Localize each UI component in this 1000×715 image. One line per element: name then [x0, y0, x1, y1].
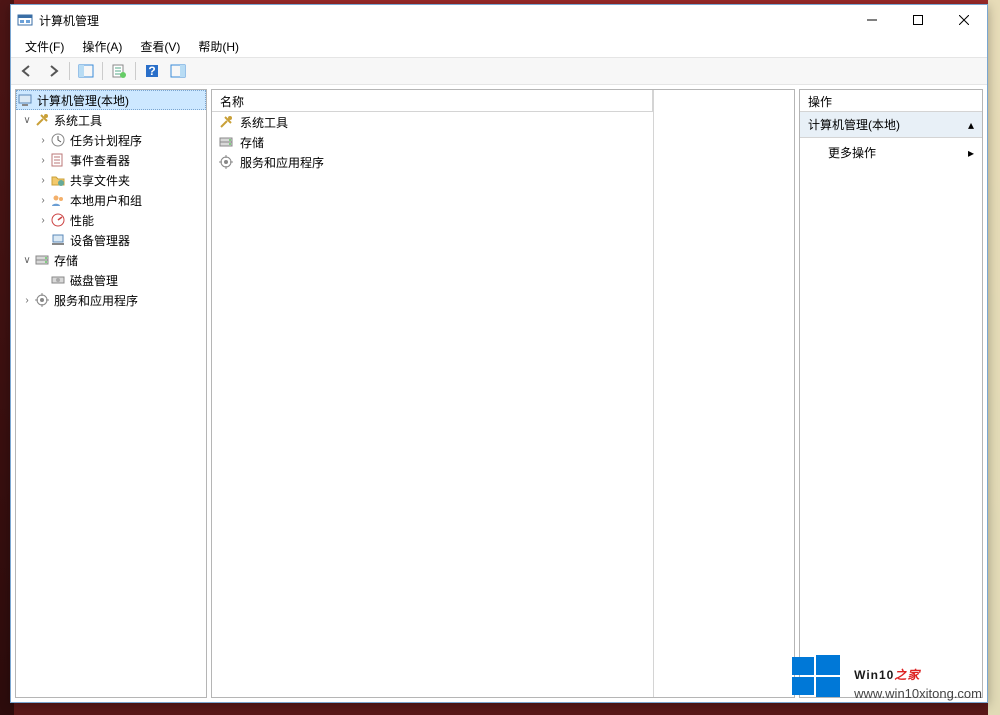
actions-header: 操作 — [800, 90, 982, 112]
tree-shared-folders[interactable]: › 共享文件夹 — [16, 170, 206, 190]
menu-view[interactable]: 查看(V) — [132, 36, 188, 57]
actions-pane: 操作 计算机管理(本地) ▴ 更多操作 ▸ — [799, 89, 983, 698]
tree-disk-management[interactable]: 磁盘管理 — [16, 270, 206, 290]
expand-icon[interactable]: › — [36, 175, 50, 186]
tree-task-scheduler[interactable]: › 任务计划程序 — [16, 130, 206, 150]
tree-performance[interactable]: › 性能 — [16, 210, 206, 230]
menubar: 文件(F) 操作(A) 查看(V) 帮助(H) — [11, 35, 987, 57]
tree-event-viewer[interactable]: › 事件查看器 — [16, 150, 206, 170]
actions-more-label: 更多操作 — [828, 144, 876, 161]
column-name[interactable]: 名称 — [212, 90, 653, 111]
actions-group-label: 计算机管理(本地) — [808, 116, 900, 133]
tree-storage[interactable]: ∨ 存储 — [16, 250, 206, 270]
show-hide-tree-button[interactable] — [74, 60, 98, 82]
tree-label: 任务计划程序 — [70, 132, 142, 149]
event-icon — [50, 152, 66, 168]
list-item-system-tools[interactable]: 系统工具 — [212, 112, 653, 132]
window-title: 计算机管理 — [39, 12, 849, 29]
list-item-label: 系统工具 — [240, 114, 288, 131]
forward-button[interactable] — [41, 60, 65, 82]
expand-icon[interactable]: › — [36, 155, 50, 166]
show-hide-actions-button[interactable] — [166, 60, 190, 82]
actions-group-title[interactable]: 计算机管理(本地) ▴ — [800, 112, 982, 138]
services-icon — [218, 154, 234, 170]
storage-icon — [218, 134, 234, 150]
properties-button[interactable] — [107, 60, 131, 82]
tree-label: 服务和应用程序 — [54, 292, 138, 309]
tree-label: 性能 — [70, 212, 94, 229]
tree-pane[interactable]: 计算机管理(本地) ∨ 系统工具 › 任务计划程序 › 事件查看器 — [15, 89, 207, 698]
list-item-services[interactable]: 服务和应用程序 — [212, 152, 653, 172]
toolbar-separator — [102, 62, 103, 80]
tree-label: 系统工具 — [54, 112, 102, 129]
toolbar-separator — [69, 62, 70, 80]
disk-icon — [50, 272, 66, 288]
tree-local-users[interactable]: › 本地用户和组 — [16, 190, 206, 210]
tree-label: 磁盘管理 — [70, 272, 118, 289]
users-icon — [50, 192, 66, 208]
expand-icon[interactable]: › — [20, 295, 34, 306]
list-body[interactable]: 系统工具 存储 服务和应用程序 — [212, 112, 653, 697]
storage-icon — [34, 252, 50, 268]
clock-icon — [50, 132, 66, 148]
toolbar: ? — [11, 57, 987, 85]
list-empty-column — [654, 90, 794, 697]
device-icon — [50, 232, 66, 248]
collapse-triangle-icon: ▴ — [968, 118, 974, 132]
help-button[interactable]: ? — [140, 60, 164, 82]
computer-icon — [17, 92, 33, 108]
minimize-button[interactable] — [849, 5, 895, 35]
maximize-button[interactable] — [895, 5, 941, 35]
app-icon — [17, 12, 33, 28]
body-area: 计算机管理(本地) ∨ 系统工具 › 任务计划程序 › 事件查看器 — [11, 85, 987, 702]
list-item-label: 存储 — [240, 134, 264, 151]
menu-action[interactable]: 操作(A) — [74, 36, 130, 57]
collapse-icon[interactable]: ∨ — [20, 115, 34, 126]
tree-root[interactable]: 计算机管理(本地) — [16, 90, 206, 110]
tree-system-tools[interactable]: ∨ 系统工具 — [16, 110, 206, 130]
window-controls — [849, 5, 987, 35]
list-header: 名称 — [212, 90, 653, 112]
performance-icon — [50, 212, 66, 228]
list-item-label: 服务和应用程序 — [240, 154, 324, 171]
tree-label: 本地用户和组 — [70, 192, 142, 209]
menu-file[interactable]: 文件(F) — [17, 36, 72, 57]
titlebar: 计算机管理 — [11, 5, 987, 35]
shared-folder-icon — [50, 172, 66, 188]
tree-label: 计算机管理(本地) — [37, 92, 129, 109]
tree-label: 存储 — [54, 252, 78, 269]
back-button[interactable] — [15, 60, 39, 82]
close-button[interactable] — [941, 5, 987, 35]
tree-label: 设备管理器 — [70, 232, 130, 249]
svg-text:?: ? — [148, 64, 155, 78]
tree-label: 共享文件夹 — [70, 172, 130, 189]
actions-more[interactable]: 更多操作 ▸ — [800, 138, 982, 167]
tools-icon — [218, 114, 234, 130]
expand-icon[interactable]: › — [36, 195, 50, 206]
tree-device-manager[interactable]: 设备管理器 — [16, 230, 206, 250]
list-item-storage[interactable]: 存储 — [212, 132, 653, 152]
toolbar-separator — [135, 62, 136, 80]
expand-icon[interactable]: › — [36, 135, 50, 146]
tools-icon — [34, 112, 50, 128]
submenu-arrow-icon: ▸ — [968, 146, 974, 160]
menu-help[interactable]: 帮助(H) — [190, 36, 247, 57]
expand-icon[interactable]: › — [36, 215, 50, 226]
tree-services-apps[interactable]: › 服务和应用程序 — [16, 290, 206, 310]
collapse-icon[interactable]: ∨ — [20, 255, 34, 266]
list-pane: 名称 系统工具 存储 服务和应用程序 — [211, 89, 795, 698]
services-icon — [34, 292, 50, 308]
tree-label: 事件查看器 — [70, 152, 130, 169]
main-window: 计算机管理 文件(F) 操作(A) 查看(V) 帮助(H) ? 计算机 — [10, 4, 988, 703]
